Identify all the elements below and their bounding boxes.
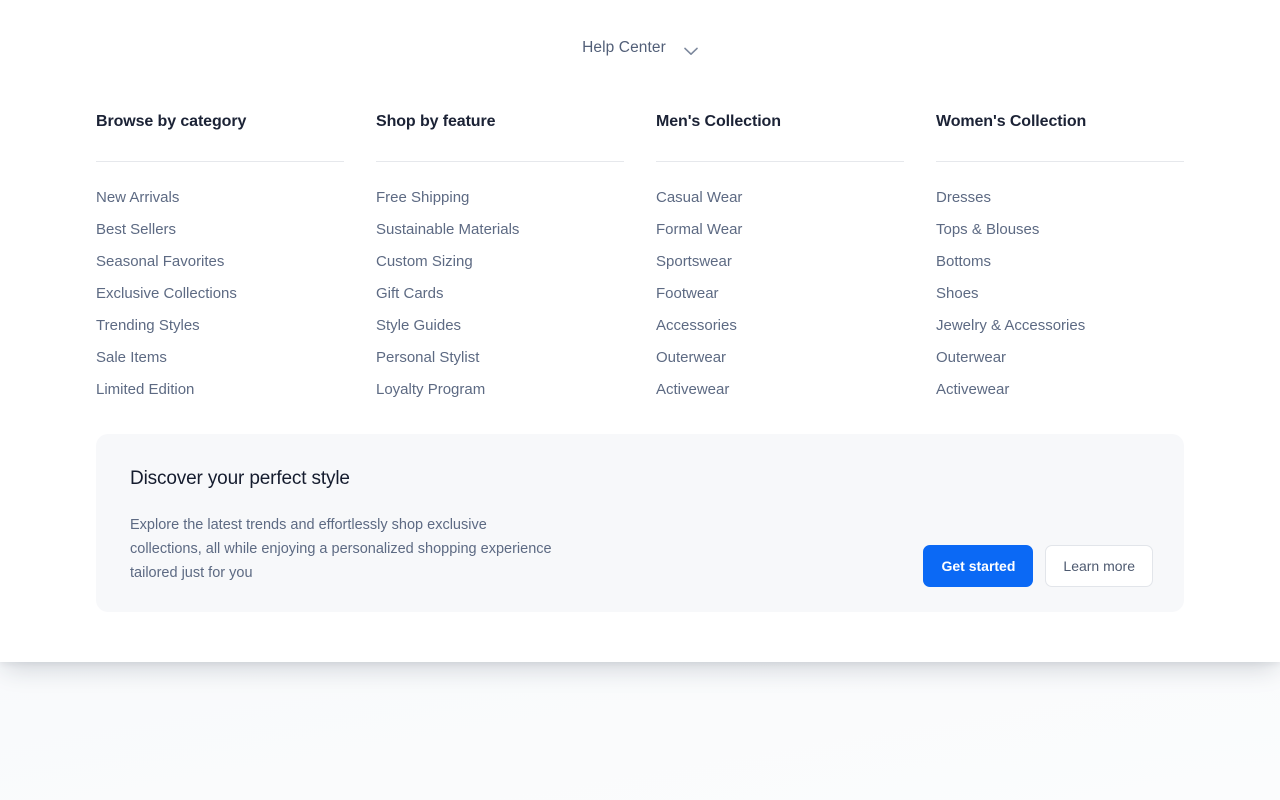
promo-title: Discover your perfect style bbox=[130, 468, 350, 489]
list-item: Dresses bbox=[936, 182, 1184, 214]
menu-link-footwear[interactable]: Footwear bbox=[656, 278, 904, 310]
menu-link-shoes[interactable]: Shoes bbox=[936, 278, 1184, 310]
list-item: New Arrivals bbox=[96, 182, 344, 214]
menu-link-exclusive-collections[interactable]: Exclusive Collections bbox=[96, 278, 344, 310]
promo-description: Explore the latest trends and effortless… bbox=[130, 517, 552, 581]
column-heading: Browse by category bbox=[96, 113, 247, 130]
menu-link-gift-cards[interactable]: Gift Cards bbox=[376, 278, 624, 310]
help-center-dropdown-trigger[interactable]: Help Center bbox=[574, 34, 706, 62]
column-heading: Women's Collection bbox=[936, 113, 1087, 130]
list-item: Tops & Blouses bbox=[936, 214, 1184, 246]
list-item: Activewear bbox=[656, 374, 904, 406]
list-item: Trending Styles bbox=[96, 310, 344, 342]
menu-link-accessories[interactable]: Accessories bbox=[656, 310, 904, 342]
column-link-list: Dresses Tops & Blouses Bottoms Shoes Jew… bbox=[936, 182, 1184, 406]
list-item: Outerwear bbox=[936, 342, 1184, 374]
menu-link-womens-activewear[interactable]: Activewear bbox=[936, 374, 1184, 406]
menu-link-sustainable-materials[interactable]: Sustainable Materials bbox=[376, 214, 624, 246]
list-item: Free Shipping bbox=[376, 182, 624, 214]
menu-link-seasonal-favorites[interactable]: Seasonal Favorites bbox=[96, 246, 344, 278]
list-item: Bottoms bbox=[936, 246, 1184, 278]
learn-more-button[interactable]: Learn more bbox=[1045, 545, 1153, 587]
menu-link-best-sellers[interactable]: Best Sellers bbox=[96, 214, 344, 246]
menu-column-mens-collection: Men's Collection Casual Wear Formal Wear… bbox=[656, 112, 904, 406]
column-divider bbox=[376, 161, 624, 162]
list-item: Custom Sizing bbox=[376, 246, 624, 278]
column-divider bbox=[656, 161, 904, 162]
list-item: Jewelry & Accessories bbox=[936, 310, 1184, 342]
list-item: Loyalty Program bbox=[376, 374, 624, 406]
promo-card: Discover your perfect style Explore the … bbox=[96, 434, 1184, 612]
list-item: Personal Stylist bbox=[376, 342, 624, 374]
column-heading: Men's Collection bbox=[656, 113, 781, 130]
list-item: Shoes bbox=[936, 278, 1184, 310]
menu-link-style-guides[interactable]: Style Guides bbox=[376, 310, 624, 342]
get-started-button[interactable]: Get started bbox=[923, 545, 1034, 587]
column-divider bbox=[96, 161, 344, 162]
menu-link-limited-edition[interactable]: Limited Edition bbox=[96, 374, 344, 406]
column-link-list: Casual Wear Formal Wear Sportswear Footw… bbox=[656, 182, 904, 406]
menu-link-sale-items[interactable]: Sale Items bbox=[96, 342, 344, 374]
menu-link-mens-outerwear[interactable]: Outerwear bbox=[656, 342, 904, 374]
menu-link-tops-and-blouses[interactable]: Tops & Blouses bbox=[936, 214, 1184, 246]
list-item: Activewear bbox=[936, 374, 1184, 406]
list-item: Style Guides bbox=[376, 310, 624, 342]
menu-link-loyalty-program[interactable]: Loyalty Program bbox=[376, 374, 624, 406]
column-divider bbox=[936, 161, 1184, 162]
list-item: Accessories bbox=[656, 310, 904, 342]
menu-column-shop-by-feature: Shop by feature Free Shipping Sustainabl… bbox=[376, 112, 624, 406]
list-item: Best Sellers bbox=[96, 214, 344, 246]
menu-column-womens-collection: Women's Collection Dresses Tops & Blouse… bbox=[936, 112, 1184, 406]
menu-link-dresses[interactable]: Dresses bbox=[936, 182, 1184, 214]
column-heading: Shop by feature bbox=[376, 113, 496, 130]
menu-link-custom-sizing[interactable]: Custom Sizing bbox=[376, 246, 624, 278]
menu-trigger-row: Help Center bbox=[0, 0, 1280, 96]
list-item: Seasonal Favorites bbox=[96, 246, 344, 278]
mega-menu-panel: Help Center Browse by category New Arriv… bbox=[0, 0, 1280, 662]
menu-link-personal-stylist[interactable]: Personal Stylist bbox=[376, 342, 624, 374]
list-item: Footwear bbox=[656, 278, 904, 310]
menu-link-new-arrivals[interactable]: New Arrivals bbox=[96, 182, 344, 214]
menu-column-browse-by-category: Browse by category New Arrivals Best Sel… bbox=[96, 112, 344, 406]
help-center-label: Help Center bbox=[582, 39, 666, 57]
list-item: Sustainable Materials bbox=[376, 214, 624, 246]
list-item: Limited Edition bbox=[96, 374, 344, 406]
list-item: Formal Wear bbox=[656, 214, 904, 246]
menu-link-free-shipping[interactable]: Free Shipping bbox=[376, 182, 624, 214]
list-item: Outerwear bbox=[656, 342, 904, 374]
list-item: Casual Wear bbox=[656, 182, 904, 214]
list-item: Sale Items bbox=[96, 342, 344, 374]
menu-link-casual-wear[interactable]: Casual Wear bbox=[656, 182, 904, 214]
menu-columns: Browse by category New Arrivals Best Sel… bbox=[96, 112, 1184, 406]
menu-link-sportswear[interactable]: Sportswear bbox=[656, 246, 904, 278]
column-link-list: New Arrivals Best Sellers Seasonal Favor… bbox=[96, 182, 344, 406]
menu-link-mens-activewear[interactable]: Activewear bbox=[656, 374, 904, 406]
promo-actions: Get started Learn more bbox=[923, 545, 1153, 587]
menu-link-bottoms[interactable]: Bottoms bbox=[936, 246, 1184, 278]
column-link-list: Free Shipping Sustainable Materials Cust… bbox=[376, 182, 624, 406]
list-item: Exclusive Collections bbox=[96, 278, 344, 310]
chevron-down-icon bbox=[684, 44, 698, 55]
list-item: Gift Cards bbox=[376, 278, 624, 310]
menu-link-formal-wear[interactable]: Formal Wear bbox=[656, 214, 904, 246]
menu-link-jewelry-and-accessories[interactable]: Jewelry & Accessories bbox=[936, 310, 1184, 342]
menu-link-trending-styles[interactable]: Trending Styles bbox=[96, 310, 344, 342]
list-item: Sportswear bbox=[656, 246, 904, 278]
menu-link-womens-outerwear[interactable]: Outerwear bbox=[936, 342, 1184, 374]
